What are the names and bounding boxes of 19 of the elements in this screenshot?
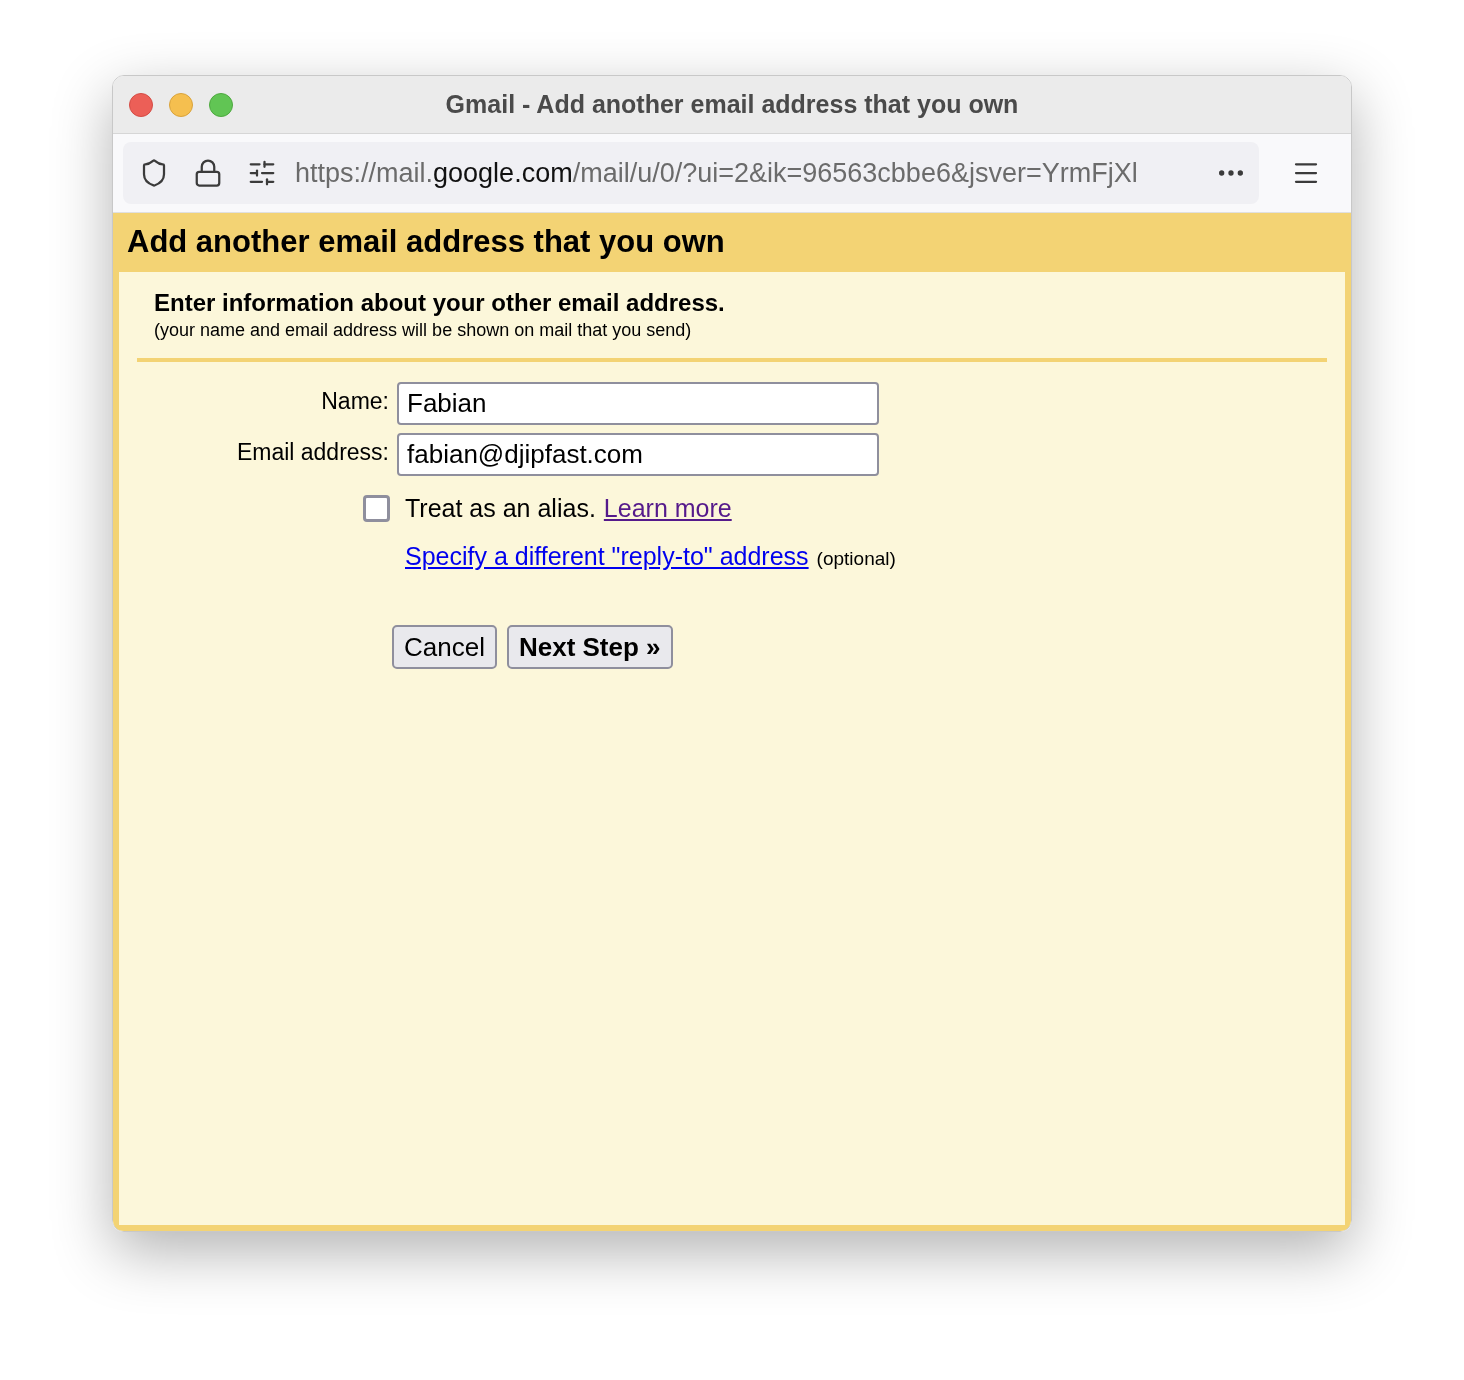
dialog-title: Add another email address that you own <box>127 223 725 262</box>
alias-label: Treat as an alias. <box>405 493 596 524</box>
optional-note: (optional) <box>816 546 896 571</box>
alias-checkbox[interactable] <box>363 495 390 523</box>
field-label: Name: <box>320 387 390 416</box>
learn-more-link[interactable]: Learn more <box>603 490 732 528</box>
text-field[interactable]: Fabian <box>397 382 879 425</box>
field-label: Email address: <box>235 438 390 467</box>
reply-to-link[interactable]: Specify a different "reply-to" address <box>405 537 809 575</box>
close-button[interactable] <box>129 92 153 117</box>
window-title: Gmail - Add another email address that you own <box>445 88 1019 120</box>
text-field[interactable]: fabian@djipfast.com <box>397 433 879 476</box>
cancel-button[interactable]: Cancel <box>392 625 497 669</box>
dialog-heading: Enter information about your other email address. <box>154 288 726 318</box>
address-bar[interactable]: https://mail.google.com/mail/u/0/?ui=2&ik=96563cbbe6&jsver=YrmFjXl <box>123 142 1259 204</box>
dialog-subheading: (your name and email address will be shown on mail that you send) <box>154 319 693 342</box>
lock-icon[interactable] <box>193 158 223 188</box>
next-step-button[interactable]: Next Step » <box>506 625 673 669</box>
url-text: https://mail.google.com/mail/u/0/?ui=2&ik=96563cbbe6&jsver=YrmFjXl <box>295 156 1139 190</box>
